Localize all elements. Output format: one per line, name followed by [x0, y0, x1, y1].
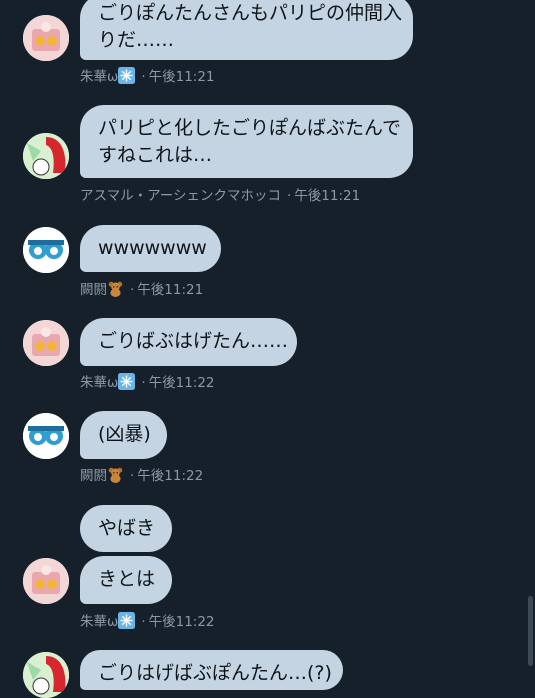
message-text-line: やばき	[98, 517, 156, 539]
message-text-line: すねこれは…	[98, 144, 213, 166]
avatar[interactable]	[23, 652, 69, 698]
message-text-line: ごりばぶはげたん……	[98, 330, 289, 352]
author-name[interactable]: 朱華ω	[80, 614, 118, 630]
message-time: 午後11:21	[148, 69, 215, 85]
message-text-line: りだ……	[98, 29, 175, 51]
avatar[interactable]	[23, 227, 69, 273]
message-time: 午後11:21	[137, 282, 204, 298]
author-name[interactable]: 朱華ω	[80, 69, 118, 85]
teddy-bear-icon	[108, 467, 123, 483]
author-name[interactable]: 闕閼	[80, 468, 107, 484]
message-time: 午後11:22	[148, 375, 215, 391]
message-meta: 朱華ω · 午後11:22	[80, 373, 215, 391]
author-name[interactable]: 朱華ω	[80, 375, 118, 391]
snowflake-icon	[118, 67, 136, 84]
message-bubble[interactable]: パリピと化したごりぽんばぶたんで すねこれは…	[80, 105, 413, 178]
message-bubble[interactable]: ごりはげばぶぽんたん…(?)	[80, 650, 343, 690]
avatar[interactable]	[23, 320, 69, 366]
message-bubble[interactable]: wwwwwww	[80, 225, 221, 272]
snowflake-icon	[118, 612, 136, 629]
message-text-line: (凶暴)	[98, 423, 151, 445]
avatar[interactable]	[23, 413, 69, 459]
avatar[interactable]	[23, 558, 69, 604]
message-meta: 朱華ω · 午後11:22	[80, 612, 215, 630]
message-meta: アスマル・アーシェンクマホッコ · 午後11:21	[80, 188, 361, 204]
snowflake-icon	[118, 373, 136, 390]
author-name[interactable]: 闕閼	[80, 282, 107, 298]
avatar[interactable]	[23, 133, 69, 179]
message-text-line: wwwwwww	[98, 237, 207, 259]
message-meta: 闕閼 · 午後11:21	[80, 281, 204, 298]
message-time: 午後11:22	[148, 614, 215, 630]
message-bubble[interactable]: ごりばぶはげたん……	[80, 318, 297, 366]
message-time: 午後11:21	[294, 188, 361, 204]
message-meta: 朱華ω · 午後11:21	[80, 67, 215, 85]
avatar[interactable]	[23, 15, 69, 61]
message-text-line: パリピと化したごりぽんばぶたんで	[98, 117, 402, 139]
message-text-line: きとは	[98, 568, 156, 590]
message-bubble[interactable]: ごりぽんたんさんもパリピの仲間入 りだ……	[80, 0, 413, 60]
message-text-line: ごりはげばぶぽんたん…(?)	[98, 662, 332, 684]
message-text-line: ごりぽんたんさんもパリピの仲間入	[98, 2, 403, 24]
message-time: 午後11:22	[137, 468, 204, 484]
teddy-bear-icon	[108, 281, 123, 297]
scrollbar[interactable]	[528, 596, 533, 666]
message-bubble[interactable]: やばき	[80, 505, 172, 552]
author-name[interactable]: アスマル・アーシェンクマホッコ	[80, 188, 281, 204]
message-meta: 闕閼 · 午後11:22	[80, 467, 204, 484]
message-bubble[interactable]: (凶暴)	[80, 411, 167, 459]
message-bubble[interactable]: きとは	[80, 556, 172, 604]
